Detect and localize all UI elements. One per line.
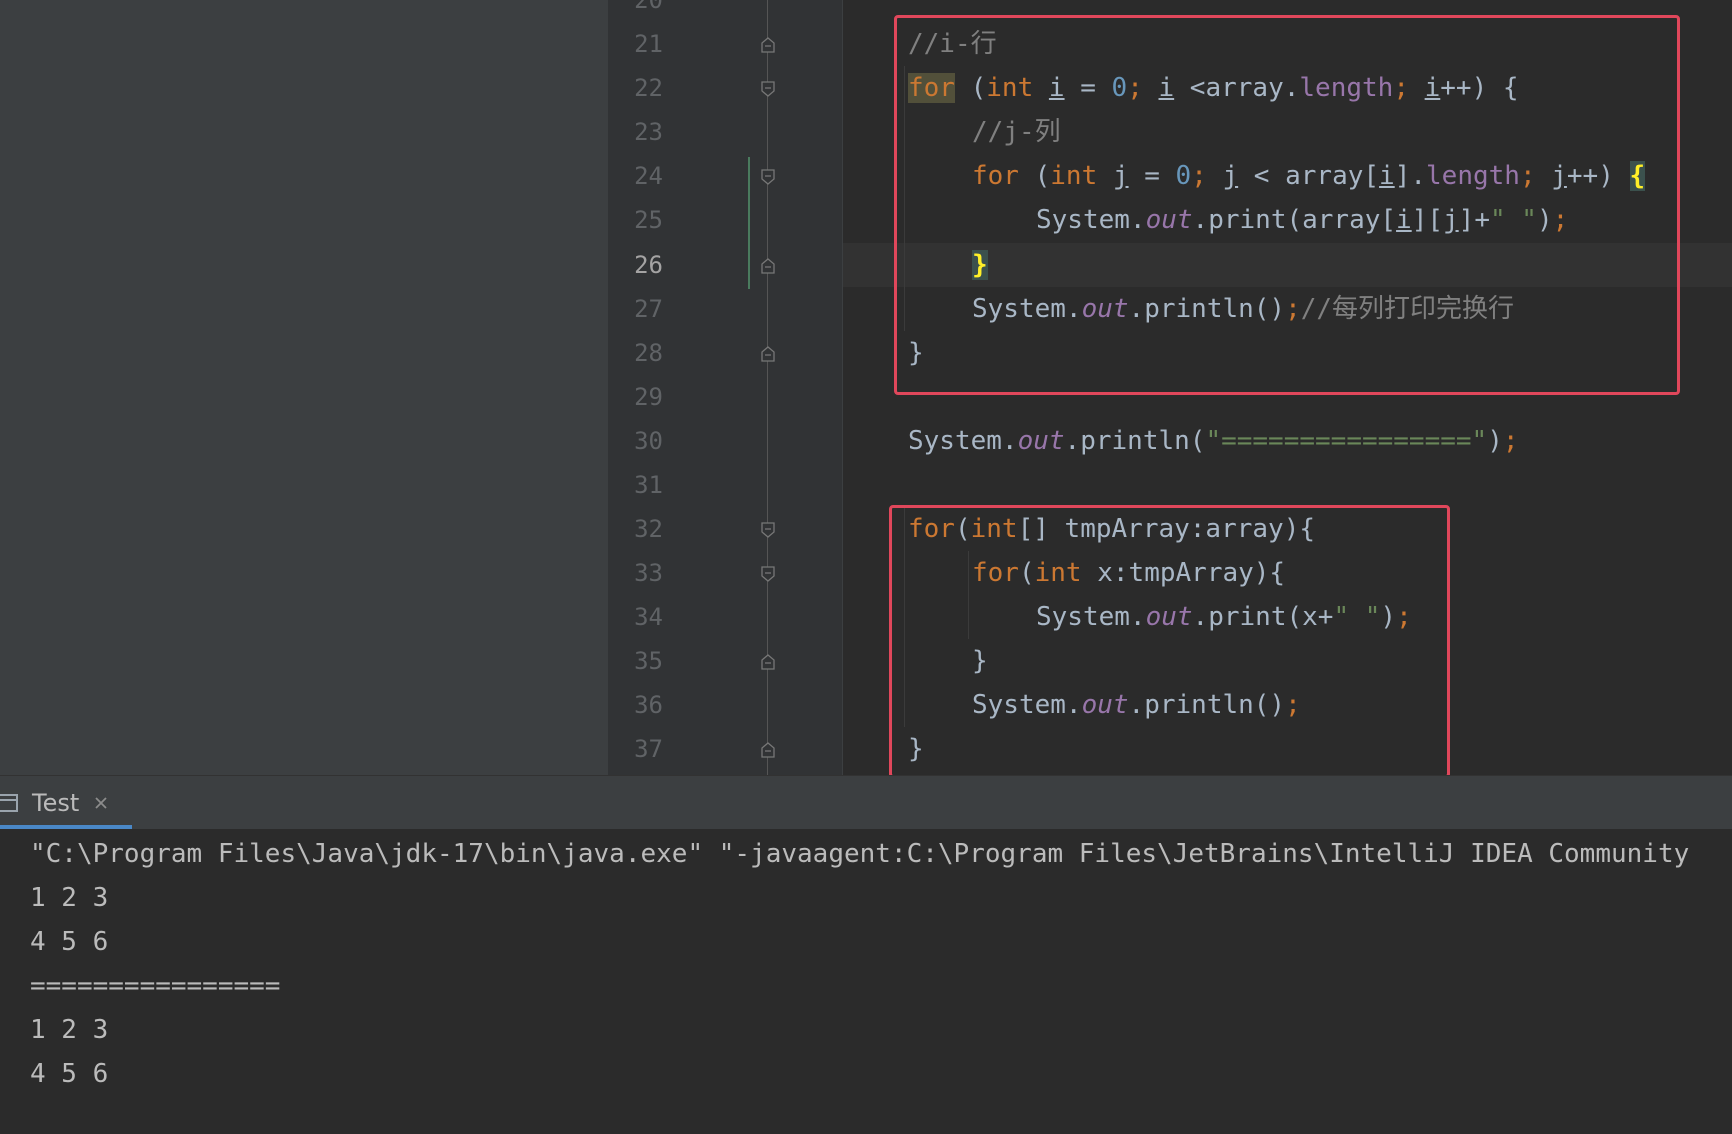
line-number: 24 [634,162,663,190]
fold-start-icon[interactable] [760,522,776,538]
fold-end-icon[interactable] [760,258,776,274]
fold-start-icon[interactable] [760,81,776,97]
close-icon[interactable] [94,796,108,810]
code-editor[interactable]: 20 21 22 23 24 25 26 27 28 29 30 31 32 3… [608,0,1732,775]
console-line: 4 5 6 [30,1059,109,1089]
fold-end-icon[interactable] [760,37,776,53]
console-line: ================ [30,971,281,1001]
line-number: 36 [634,691,663,719]
line-number: 20 [634,0,663,14]
console-line: 4 5 6 [30,927,109,957]
vcs-change-marker [748,157,750,289]
line-number: 32 [634,515,663,543]
line-number: 22 [634,74,663,102]
line-number: 29 [634,383,663,411]
fold-end-icon[interactable] [760,654,776,670]
line-number: 31 [634,471,663,499]
line-number: 23 [634,118,663,146]
annotation-box-foreach [889,505,1450,775]
fold-start-icon[interactable] [760,169,776,185]
line-number: 30 [634,427,663,455]
console-output[interactable]: "C:\Program Files\Java\jdk-17\bin\java.e… [0,829,1732,1134]
tab-test[interactable]: Test [0,776,132,830]
tab-label: Test [32,789,80,817]
run-tool-window-header: Test [0,775,1732,830]
line-number: 27 [634,295,663,323]
gutter-separator [842,0,843,775]
line-number: 37 [634,735,663,763]
annotation-box-nested-for [894,15,1680,395]
console-icon [0,794,18,812]
line-number: 35 [634,647,663,675]
editor-gutter: 20 21 22 23 24 25 26 27 28 29 30 31 32 3… [608,0,842,775]
line-number: 34 [634,603,663,631]
fold-end-icon[interactable] [760,742,776,758]
fold-start-icon[interactable] [760,566,776,582]
line-number-current: 26 [634,251,663,279]
console-line: "C:\Program Files\Java\jdk-17\bin\java.e… [30,839,1690,869]
code-line-30[interactable]: System.out.println("================"); [908,419,1519,463]
project-panel [0,0,608,775]
line-number: 21 [634,30,663,58]
console-line: 1 2 3 [30,883,109,913]
line-number: 25 [634,206,663,234]
console-line: 1 2 3 [30,1015,109,1045]
line-number: 28 [634,339,663,367]
line-number: 33 [634,559,663,587]
fold-end-icon[interactable] [760,346,776,362]
